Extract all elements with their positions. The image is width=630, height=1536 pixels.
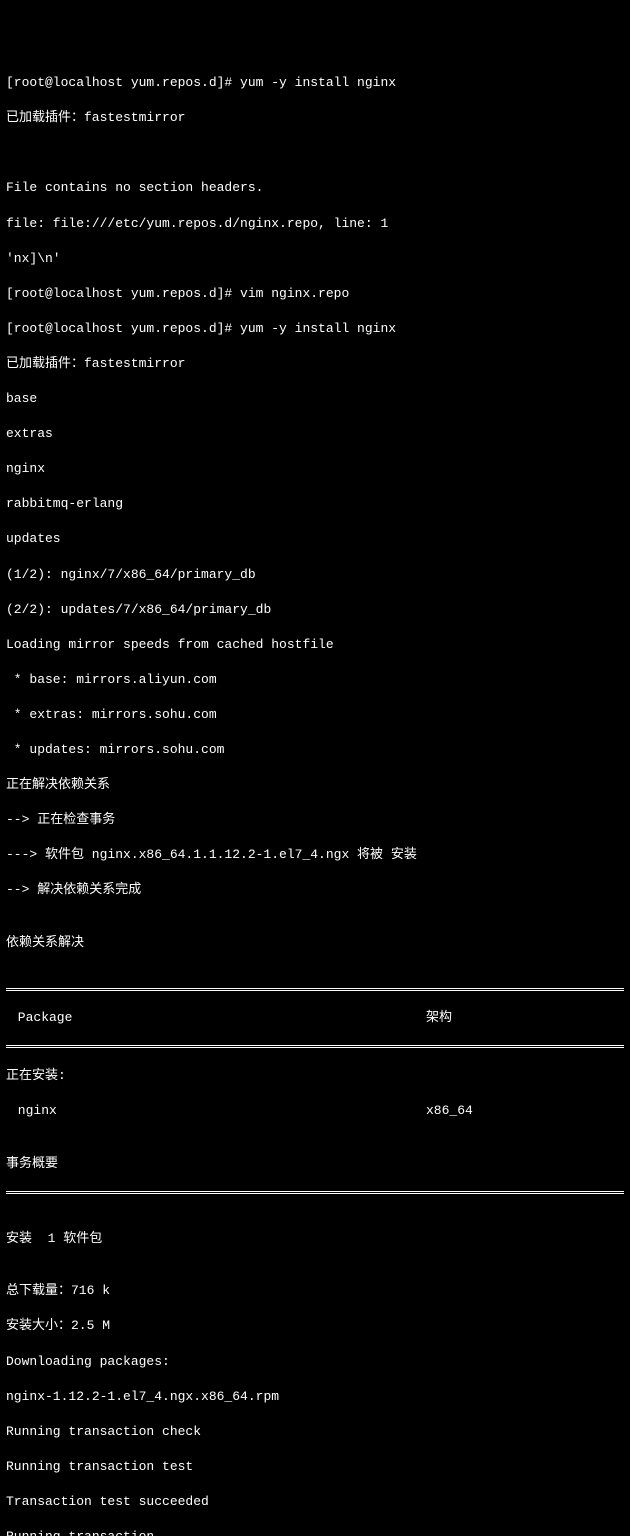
terminal-line: 正在解决依赖关系 (6, 776, 624, 794)
terminal-line: ---> 软件包 nginx.x86_64.1.1.12.2-1.el7_4.n… (6, 846, 624, 864)
terminal-line: 已加载插件：fastestmirror (6, 355, 624, 373)
terminal-line: 事务概要 (6, 1155, 624, 1173)
section-label: 正在安装: (6, 1067, 624, 1085)
header-arch: 架构 (426, 1009, 624, 1027)
table-header-row: Package 架构 (6, 1009, 624, 1027)
terminal-line: Transaction test succeeded (6, 1493, 624, 1511)
terminal-line: 安装大小：2.5 M (6, 1317, 624, 1335)
table-divider (6, 1045, 624, 1048)
terminal-line: base (6, 390, 624, 408)
terminal-line: rabbitmq-erlang (6, 495, 624, 513)
terminal-line: 已加载插件：fastestmirror (6, 109, 624, 127)
terminal-line: nginx-1.12.2-1.el7_4.ngx.x86_64.rpm (6, 1388, 624, 1406)
header-package: Package (6, 1009, 426, 1027)
terminal-line: * base: mirrors.aliyun.com (6, 671, 624, 689)
terminal-line: [root@localhost yum.repos.d]# vim nginx.… (6, 285, 624, 303)
terminal-line: extras (6, 425, 624, 443)
terminal-line: * extras: mirrors.sohu.com (6, 706, 624, 724)
table-divider (6, 988, 624, 991)
terminal-line: Running transaction test (6, 1458, 624, 1476)
terminal-line: Loading mirror speeds from cached hostfi… (6, 636, 624, 654)
terminal-line: * updates: mirrors.sohu.com (6, 741, 624, 759)
table-divider (6, 1191, 624, 1194)
terminal-line: file: file:///etc/yum.repos.d/nginx.repo… (6, 215, 624, 233)
terminal-line: (2/2): updates/7/x86_64/primary_db (6, 601, 624, 619)
package-name: nginx (6, 1102, 426, 1120)
terminal-line: [root@localhost yum.repos.d]# yum -y ins… (6, 320, 624, 338)
terminal-line: (1/2): nginx/7/x86_64/primary_db (6, 566, 624, 584)
terminal-line: --> 正在检查事务 (6, 811, 624, 829)
terminal-line: 安装 1 软件包 (6, 1230, 624, 1248)
terminal-line: Downloading packages: (6, 1353, 624, 1371)
package-arch: x86_64 (426, 1102, 624, 1120)
terminal-line: nginx (6, 460, 624, 478)
terminal-line: [root@localhost yum.repos.d]# yum -y ins… (6, 74, 624, 92)
terminal-line: Running transaction check (6, 1423, 624, 1441)
terminal-line: 总下载量：716 k (6, 1282, 624, 1300)
terminal-line: Running transaction (6, 1528, 624, 1536)
terminal-line: 依赖关系解决 (6, 934, 624, 952)
terminal-line: 'nx]\n' (6, 250, 624, 268)
terminal-line: --> 解决依赖关系完成 (6, 881, 624, 899)
terminal-line: File contains no section headers. (6, 179, 624, 197)
package-row: nginx x86_64 (6, 1102, 624, 1120)
terminal-line: updates (6, 530, 624, 548)
